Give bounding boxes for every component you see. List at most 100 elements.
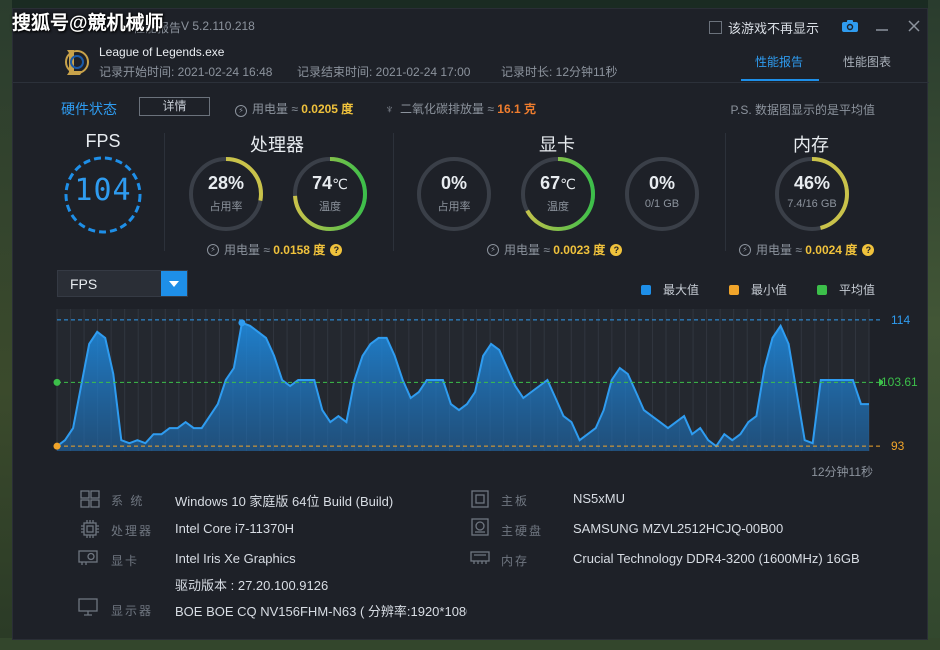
dropdown-arrow-button[interactable] [161, 271, 187, 296]
chevron-down-icon [169, 280, 179, 287]
gpu-power: ⚡ 用电量 ≈ 0.0023 度? [487, 241, 623, 258]
total-power-value: 0.0205 度 [301, 102, 354, 116]
cpu-icon [81, 520, 99, 538]
board-key: 主板 [501, 494, 530, 508]
chart-avg-label: 103.61 [881, 375, 918, 390]
app-version: V 5.2.110.218 [181, 19, 255, 33]
driver-version: 驱动版本 : 27.20.100.9126 [175, 578, 329, 593]
gpu-power-value: 0.0023 度 [553, 243, 606, 257]
legend-min: 最小值 [729, 281, 787, 298]
tab-performance-chart[interactable]: 性能图表 [843, 53, 891, 70]
memory-icon [470, 551, 490, 564]
co2-emission: ♆ 二氧化碳排放量 ≈ 16.1 克 [385, 100, 536, 117]
memory-power-label: 用电量 ≈ [756, 243, 802, 257]
gpu-value: Intel Iris Xe Graphics [175, 551, 296, 566]
disk-value: SAMSUNG MZVL2512HCJQ-00B00 [573, 521, 784, 536]
memory-power-value: 0.0024 度 [805, 243, 858, 257]
fps-value: 104 [74, 173, 132, 208]
total-power-label: 用电量 ≈ [252, 102, 298, 116]
help-icon[interactable]: ? [610, 243, 623, 256]
cpu-power: ⚡ 用电量 ≈ 0.0158 度? [207, 241, 343, 258]
hardware-status-title: 硬件状态 [61, 101, 117, 117]
legend-max-label: 最大值 [663, 283, 700, 297]
metric-select[interactable]: FPS [57, 270, 188, 297]
checkbox-box[interactable] [709, 21, 722, 34]
close-button[interactable] [903, 15, 925, 37]
legend-max: 最大值 [641, 281, 699, 298]
hard-disk-icon [471, 518, 489, 536]
power-icon: ⚡ [739, 243, 751, 256]
fps-chart [53, 309, 883, 451]
cpu-temp-label: 温度 [319, 201, 341, 213]
cpu-temp-gauge: 74℃ 温度 [291, 155, 369, 233]
ram-value: Crucial Technology DDR4-3200 (1600MHz) 1… [573, 551, 860, 566]
league-of-legends-logo [65, 50, 89, 75]
detail-button[interactable]: 详情 [139, 97, 210, 116]
power-icon: ⚡ [487, 243, 499, 256]
cpu-power-value: 0.0158 度 [273, 243, 326, 257]
memory-usage-gauge: 46% 7.4/16 GB [773, 155, 851, 233]
legend-avg: 平均值 [817, 281, 875, 298]
power-icon: ⚡ [235, 105, 247, 117]
chart-duration: 12分钟11秒 [811, 465, 873, 479]
chart-min-label: 93 [891, 439, 905, 454]
co2-label: 二氧化碳排放量 ≈ [400, 102, 494, 116]
graphics-card-icon [78, 550, 98, 565]
gpu-temp-value: 67℃ [540, 173, 576, 193]
minimize-icon [876, 29, 888, 31]
gpu-temp-label: 温度 [547, 201, 569, 213]
gpu-usage-gauge: 0% 占用率 [415, 155, 493, 233]
record-start-time: 记录开始时间: 2021-02-24 16:48 [99, 65, 273, 79]
cpu-usage-value: 28% [207, 173, 245, 193]
section-divider [725, 133, 726, 251]
screenshot-button[interactable] [839, 15, 861, 37]
header-divider [13, 82, 929, 83]
hide-game-label: 该游戏不再显示 [728, 21, 820, 36]
total-power: ⚡ 用电量 ≈ 0.0205 度 [235, 100, 353, 117]
legend-swatch [817, 284, 827, 295]
gpu-power-label: 用电量 ≈ [504, 243, 550, 257]
help-icon[interactable]: ? [862, 243, 875, 256]
ram-key: 内存 [501, 554, 530, 568]
watermark: 搜狐号@競机械师 [12, 13, 164, 34]
camera-icon [842, 20, 858, 32]
legend-swatch [641, 284, 651, 295]
board-value: NS5xMU [573, 491, 626, 506]
os-key: 系 统 [111, 494, 145, 508]
cpu-value: Intel Core i7-11370H [175, 521, 294, 536]
cpu-usage-gauge: 28% 占用率 [187, 155, 265, 233]
co2-icon: ♆ [385, 102, 394, 116]
memory-usage-label: 7.4/16 GB [787, 198, 837, 210]
legend-swatch [729, 284, 739, 295]
monitor-icon [78, 598, 98, 616]
help-icon[interactable]: ? [330, 243, 343, 256]
monitor-value: BOE BOE CQ NV156FHM-N63 ( 分辨率:1920*1080 … [175, 604, 467, 619]
performance-report-window: 性能报告 V 5.2.110.218 该游戏不再显示 League of Leg… [12, 8, 929, 640]
record-duration: 记录时长: 12分钟11秒 [501, 65, 618, 79]
disk-key: 主硬盘 [501, 524, 544, 538]
legend-min-label: 最小值 [751, 283, 788, 297]
memory-power: ⚡ 用电量 ≈ 0.0024 度? [739, 241, 875, 258]
cpu-usage-label: 占用率 [209, 201, 243, 213]
section-divider [393, 133, 394, 251]
background-left [0, 0, 12, 650]
gpu-temp-gauge: 67℃ 温度 [519, 155, 597, 233]
tab-performance-report[interactable]: 性能报告 [755, 53, 803, 70]
game-name: League of Legends.exe [99, 45, 225, 59]
max-point-marker [238, 319, 246, 327]
os-value: Windows 10 家庭版 64位 Build (Build) [175, 494, 394, 509]
cpu-section-title: 处理器 [250, 135, 304, 155]
gpu-section-title: 显卡 [539, 135, 575, 155]
cpu-power-label: 用电量 ≈ [224, 243, 270, 257]
gpu-vram-label: 0/1 GB [644, 198, 680, 210]
gpu-usage-label: 占用率 [437, 201, 471, 213]
section-divider [164, 133, 165, 251]
active-tab-indicator [741, 79, 819, 81]
hide-game-checkbox[interactable]: 该游戏不再显示 [709, 18, 819, 37]
windows-icon [80, 490, 100, 508]
monitor-key: 显示器 [111, 604, 154, 618]
gpu-usage-value: 0% [440, 173, 467, 193]
cpu-temp-value: 74℃ [312, 173, 348, 193]
chart-max-label: 114 [891, 312, 911, 327]
minimize-button[interactable] [871, 15, 893, 37]
